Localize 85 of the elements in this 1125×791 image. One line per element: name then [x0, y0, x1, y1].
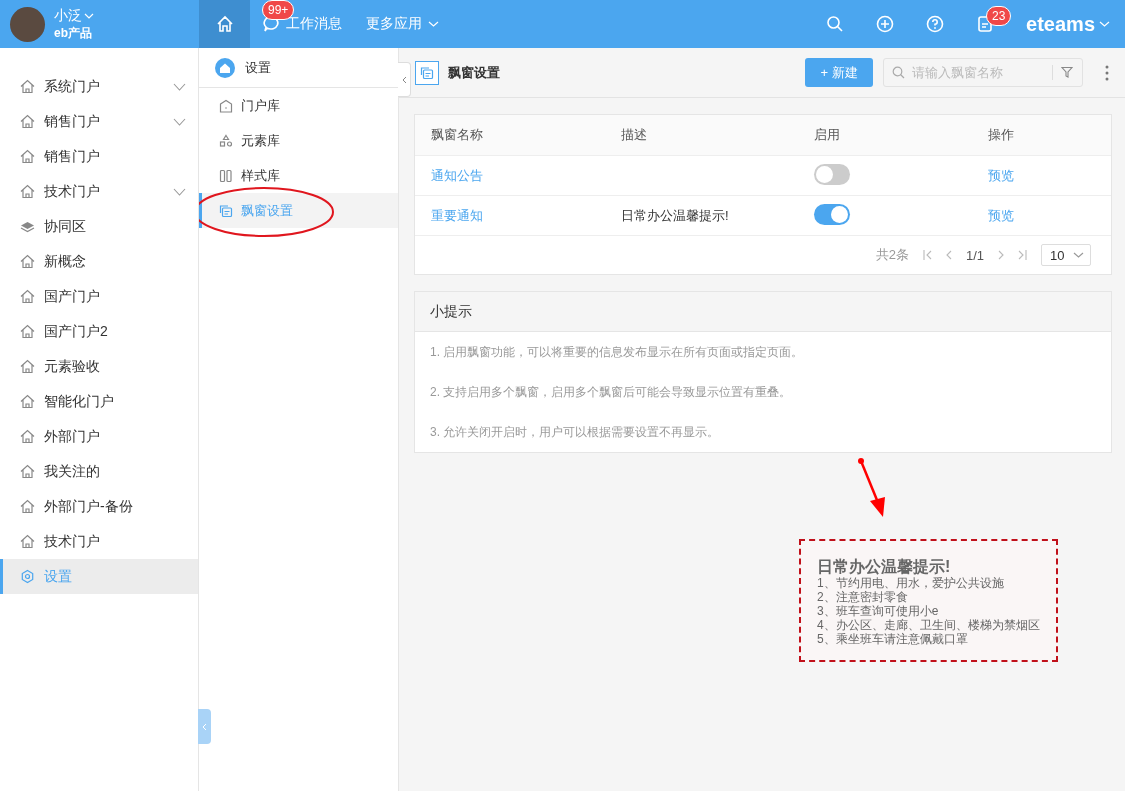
- previous-page-icon[interactable]: [945, 250, 952, 260]
- house-icon: [20, 79, 35, 94]
- column-header: 操作: [988, 126, 1015, 144]
- more-icon[interactable]: [1105, 64, 1109, 81]
- document-button[interactable]: 23: [960, 0, 1011, 48]
- toggle-switch[interactable]: [814, 203, 850, 225]
- house-icon: [20, 359, 35, 374]
- sidebar-item[interactable]: 我关注的: [0, 454, 198, 489]
- window-icon: [219, 203, 233, 218]
- home-button[interactable]: [199, 0, 250, 48]
- sidebar-item[interactable]: 智能化门户: [0, 384, 198, 419]
- submenu-title: 设置: [245, 58, 271, 77]
- house-icon: [20, 149, 35, 164]
- house-icon: [20, 464, 35, 479]
- house-icon: [20, 394, 35, 409]
- last-page-icon[interactable]: [1018, 250, 1027, 260]
- submenu-item[interactable]: 样式库: [199, 158, 398, 193]
- column-header: 启用: [814, 126, 841, 144]
- tips-title: 小提示: [415, 292, 1111, 332]
- chevron-down-icon: [1073, 252, 1084, 258]
- house-icon: [20, 499, 35, 514]
- popup-line: 3、班车查询可使用小e: [817, 604, 940, 618]
- avatar[interactable]: [10, 6, 45, 42]
- sidebar-item[interactable]: 系统门户: [0, 69, 198, 104]
- next-page-icon[interactable]: [998, 250, 1004, 260]
- popup-title: 日常办公温馨提示!: [817, 558, 952, 576]
- home-icon: [215, 57, 235, 78]
- settings-icon: [20, 569, 35, 584]
- chevron-down-icon: [1099, 21, 1110, 27]
- house-icon: [20, 184, 35, 199]
- sidebar-item[interactable]: 外部门户: [0, 419, 198, 454]
- sidebar-item[interactable]: 外部门户-备份: [0, 489, 198, 524]
- layers-icon: [20, 219, 35, 234]
- collapse-handle[interactable]: [198, 709, 211, 744]
- shapes-icon: [219, 133, 233, 148]
- house-icon: [20, 114, 35, 129]
- sidebar-item[interactable]: 国产门户2: [0, 314, 198, 349]
- sidebar-item[interactable]: 协同区: [0, 209, 198, 244]
- arrow: [857, 457, 887, 519]
- search-icon: [892, 66, 905, 79]
- house-icon: [20, 429, 35, 444]
- column-header: 飘窗名称: [431, 126, 484, 144]
- add-icon: [876, 15, 895, 33]
- chevron-down-icon: [428, 21, 439, 27]
- popup-line: 1、节约用电、用水，爱护公共设施: [817, 576, 1005, 590]
- sidebar-item[interactable]: 销售门户: [0, 139, 198, 174]
- sidebar-item[interactable]: 销售门户: [0, 104, 198, 139]
- columns-icon: [219, 168, 233, 183]
- sidebar-item[interactable]: 元素验收: [0, 349, 198, 384]
- popup-line: 4、办公区、走廊、卫生间、楼梯为禁烟区: [817, 618, 1040, 632]
- column-header: 描述: [621, 126, 648, 144]
- sidebar-item[interactable]: 技术门户: [0, 174, 198, 209]
- toggle-switch[interactable]: [814, 163, 850, 185]
- sidebar-item[interactable]: 国产门户: [0, 279, 198, 314]
- organization-name: eb产品: [54, 24, 93, 42]
- search-icon: [826, 15, 845, 33]
- submenu-item[interactable]: 门户库: [199, 88, 398, 123]
- house-icon: [20, 534, 35, 549]
- page-indicator: 1/1: [965, 247, 984, 263]
- help-icon: [926, 15, 945, 33]
- first-page-icon[interactable]: [922, 250, 932, 260]
- tip-text: 1. 启用飘窗功能，可以将重要的信息发布显示在所有页面或指定页面。: [430, 343, 804, 361]
- collapse-handle[interactable]: [398, 62, 411, 97]
- table-cell-text: 日常办公温馨提示!: [621, 206, 730, 225]
- chevron-left-icon: [202, 722, 207, 731]
- chevron-down-icon: [84, 12, 94, 19]
- house-icon: [20, 254, 35, 269]
- tip-text: 2. 支持启用多个飘窗，启用多个飘窗后可能会导致显示位置有重叠。: [430, 383, 792, 401]
- house-icon: [20, 289, 35, 304]
- popup-line: 5、乘坐班车请注意佩戴口罩: [817, 632, 969, 646]
- chevron-left-icon: [401, 75, 407, 84]
- filter-icon[interactable]: [1061, 66, 1073, 78]
- window-icon: [420, 65, 434, 80]
- sidebar-item[interactable]: 技术门户: [0, 524, 198, 559]
- total-count: 共2条: [875, 246, 909, 264]
- tip-text: 3. 允许关闭开启时，用户可以根据需要设置不再显示。: [430, 423, 720, 441]
- submenu-item[interactable]: 元素库: [199, 123, 398, 158]
- sidebar-item[interactable]: 新概念: [0, 244, 198, 279]
- home-icon: [215, 15, 234, 33]
- house-icon: [219, 98, 233, 113]
- notification-badge: 23: [986, 6, 1012, 26]
- house-icon: [20, 324, 35, 339]
- popup-line: 2、注意密封零食: [817, 590, 909, 604]
- page-title: 飘窗设置: [448, 63, 501, 82]
- page-size-select[interactable]: 10: [1041, 244, 1091, 266]
